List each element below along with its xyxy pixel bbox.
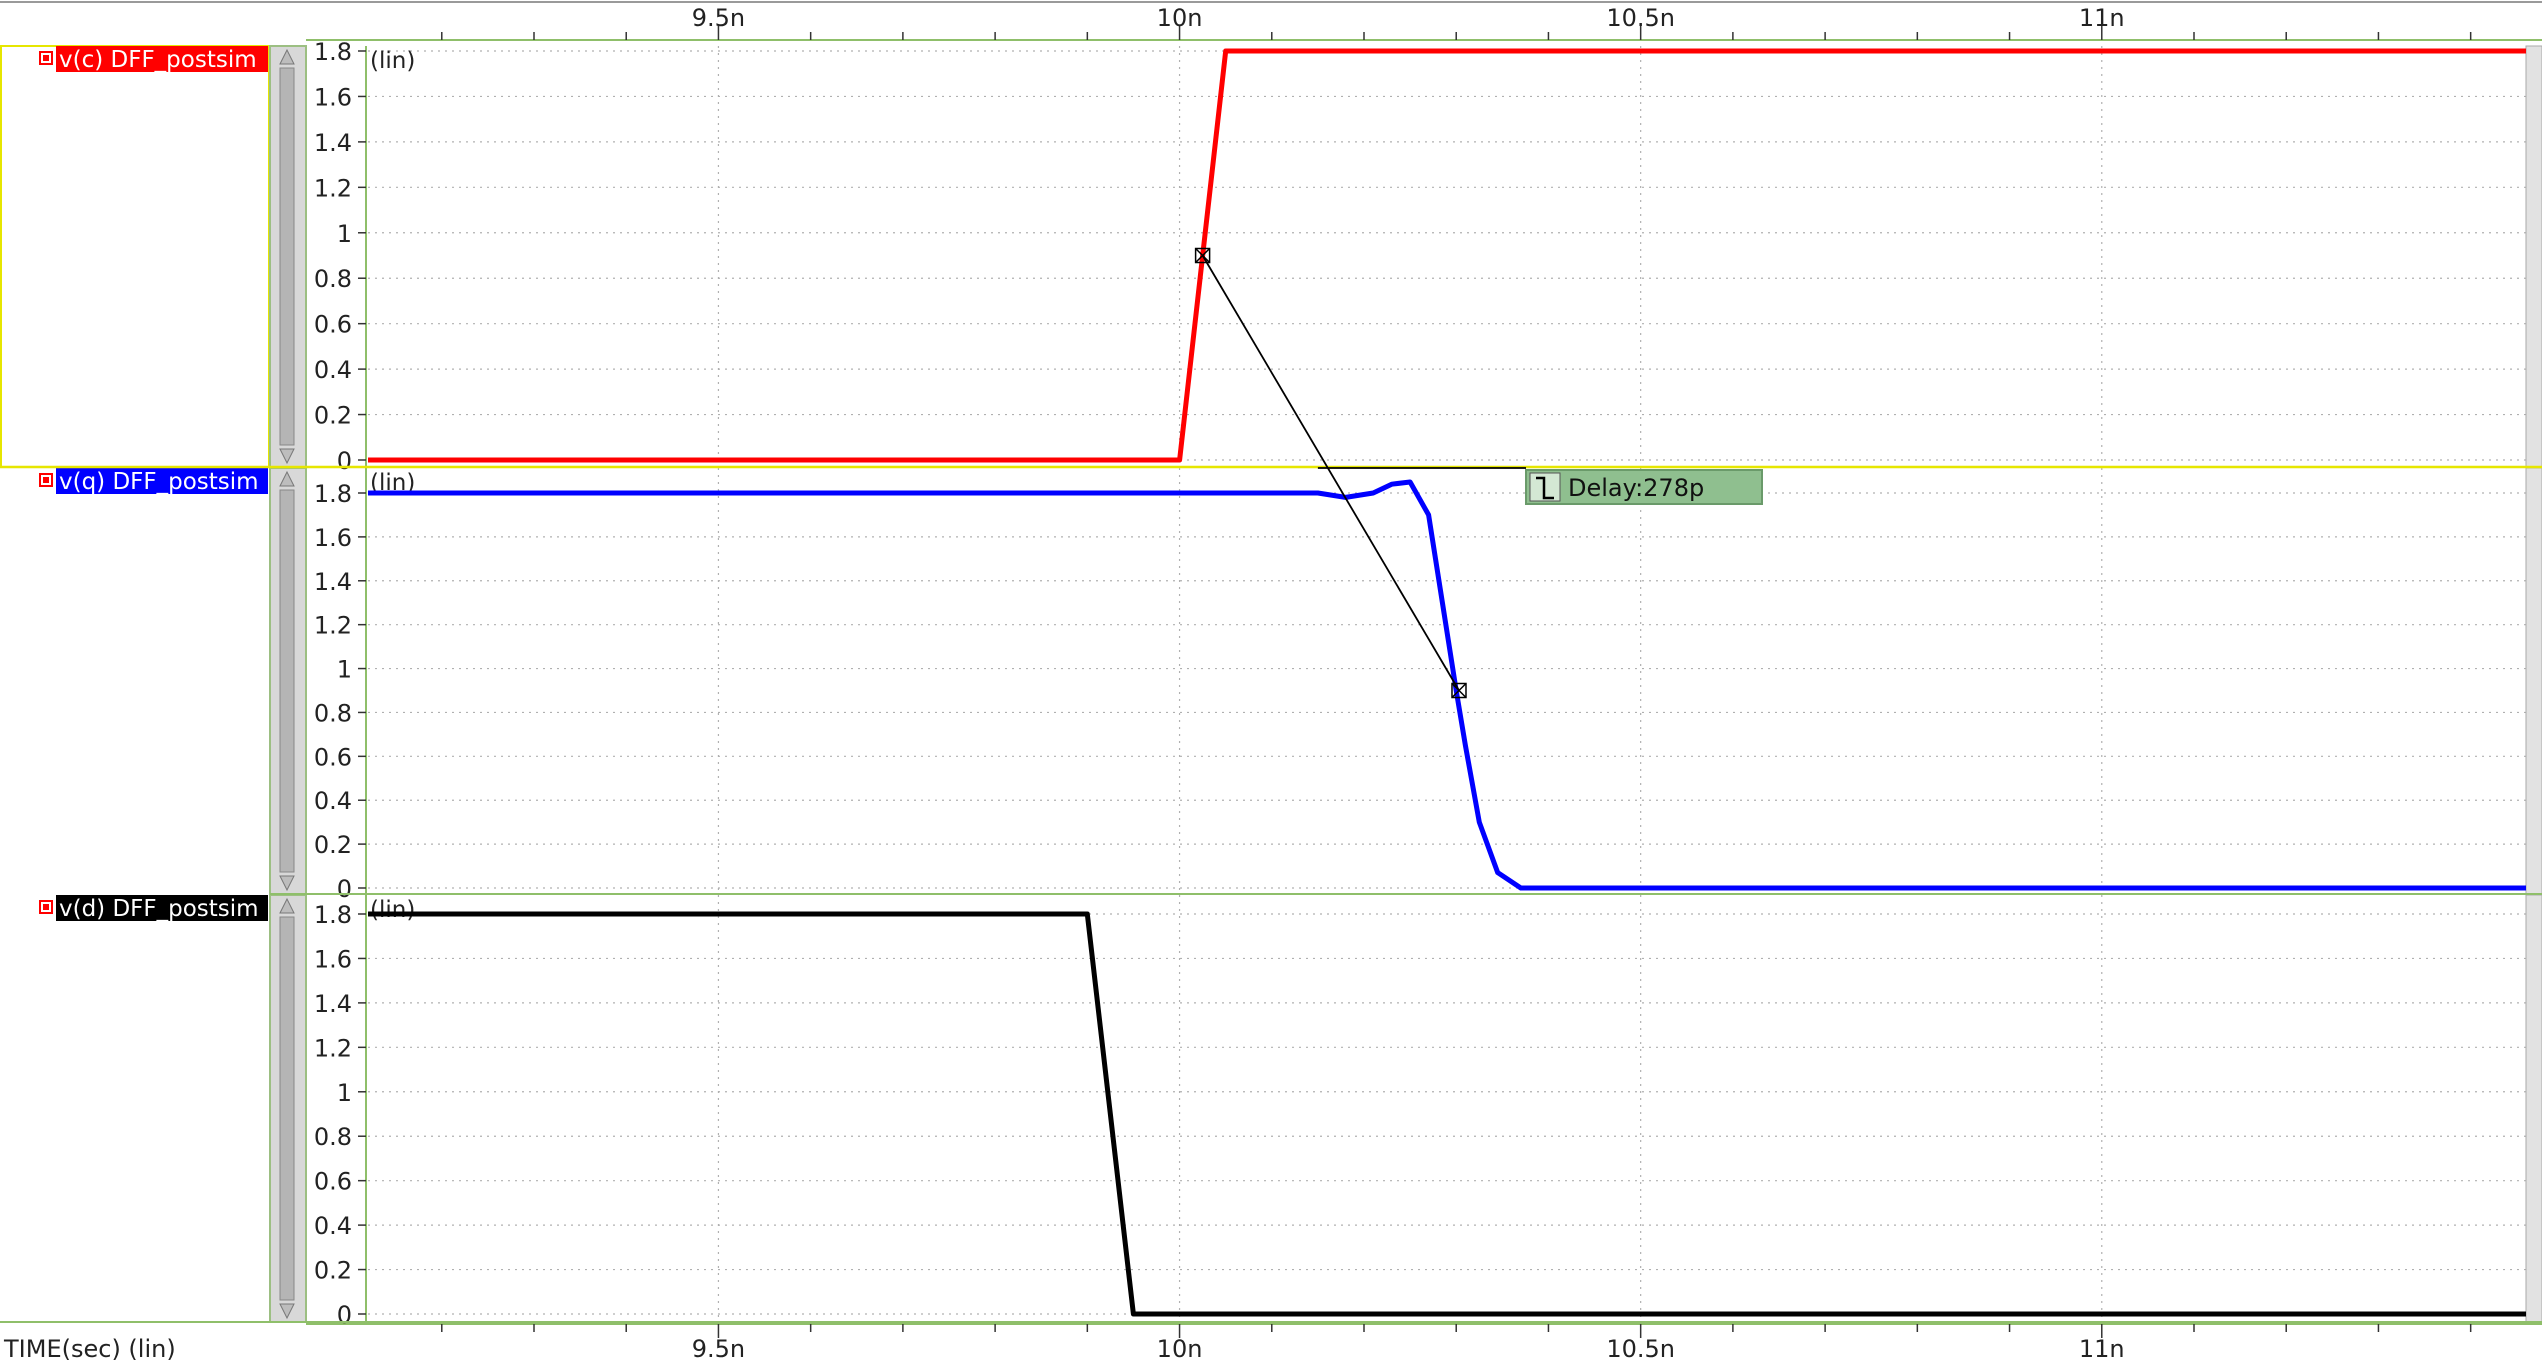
y-tick-label: 1.2: [314, 1034, 352, 1062]
y-tick-label: 1.2: [314, 612, 352, 640]
y-tick-label: 1.6: [314, 945, 352, 973]
y-tick-label: 0.6: [314, 743, 352, 771]
y-tick-label: 1.8: [314, 38, 352, 66]
signal-label: v(q) DFF_postsim: [59, 469, 259, 495]
x-tick-label-bottom: 9.5n: [692, 1335, 745, 1362]
scrollbar-thumb[interactable]: [279, 489, 295, 873]
scrollbar-thumb[interactable]: [279, 916, 295, 1301]
signal-visibility-dot-icon: [43, 477, 49, 483]
y-tick-label: 0: [337, 447, 352, 475]
x-tick-label-top: 9.5n: [692, 4, 745, 32]
x-tick-label-bottom: 11n: [2079, 1335, 2125, 1362]
x-tick-label-top: 10n: [1157, 4, 1203, 32]
signal-visibility-dot-icon: [43, 904, 49, 910]
right-scroll-strip[interactable]: [2525, 894, 2542, 1323]
y-tick-label: 1.4: [314, 990, 352, 1018]
y-tick-label: 1: [337, 656, 352, 684]
y-tick-label: 0.6: [314, 1168, 352, 1196]
y-tick-label: 1.6: [314, 83, 352, 111]
signal-visibility-dot-icon: [43, 55, 49, 61]
y-tick-label: 0.4: [314, 787, 352, 815]
signal-label: v(c) DFF_postsim: [59, 47, 257, 73]
y-tick-label: 0.2: [314, 402, 352, 430]
y-tick-label: 1: [337, 220, 352, 248]
panel-selection-frame: [0, 45, 270, 468]
y-tick-label: 0.4: [314, 1212, 352, 1240]
y-tick-label: 1.4: [314, 568, 352, 596]
right-scroll-strip[interactable]: [2525, 45, 2542, 468]
scale-label: (lin): [370, 48, 415, 74]
y-tick-label: 1.4: [314, 129, 352, 157]
y-tick-label: 1: [337, 1079, 352, 1107]
y-tick-label: 0: [337, 1301, 352, 1329]
y-tick-label: 0.4: [314, 356, 352, 384]
x-tick-label-bottom: 10n: [1157, 1335, 1203, 1362]
series-line-0: [368, 48, 2526, 463]
y-tick-label: 0.8: [314, 265, 352, 293]
delay-measure-line: [1201, 255, 1460, 691]
y-tick-label: 0.6: [314, 311, 352, 339]
scrollbar-thumb[interactable]: [279, 67, 295, 446]
signal-label: v(d) DFF_postsim: [59, 896, 259, 922]
y-tick-label: 0.8: [314, 699, 352, 727]
y-tick-label: 1.8: [314, 901, 352, 929]
y-tick-label: 0.2: [314, 1257, 352, 1285]
y-tick-label: 1.6: [314, 524, 352, 552]
x-tick-label-top: 10.5n: [1606, 4, 1675, 32]
x-tick-label-bottom: 10.5n: [1606, 1335, 1675, 1362]
scale-label: (lin): [370, 897, 415, 923]
y-tick-label: 0.8: [314, 1123, 352, 1151]
x-tick-label-top: 11n: [2079, 4, 2125, 32]
delay-label: Delay:278p: [1568, 474, 1704, 502]
y-tick-label: 0: [337, 875, 352, 903]
waveform-viewer[interactable]: 9.5n 9.5n 10n 10n 10.5n 10.5n 11n 11n TIME(sec) …: [0, 0, 2542, 1362]
right-scroll-strip[interactable]: [2525, 467, 2542, 895]
series-line-2: [368, 911, 2526, 1317]
series-line-1: [368, 479, 2526, 891]
x-axis-label: TIME(sec) (lin): [3, 1335, 176, 1362]
y-tick-label: 1.2: [314, 174, 352, 202]
y-tick-label: 0.2: [314, 831, 352, 859]
y-tick-label: 1.8: [314, 480, 352, 508]
